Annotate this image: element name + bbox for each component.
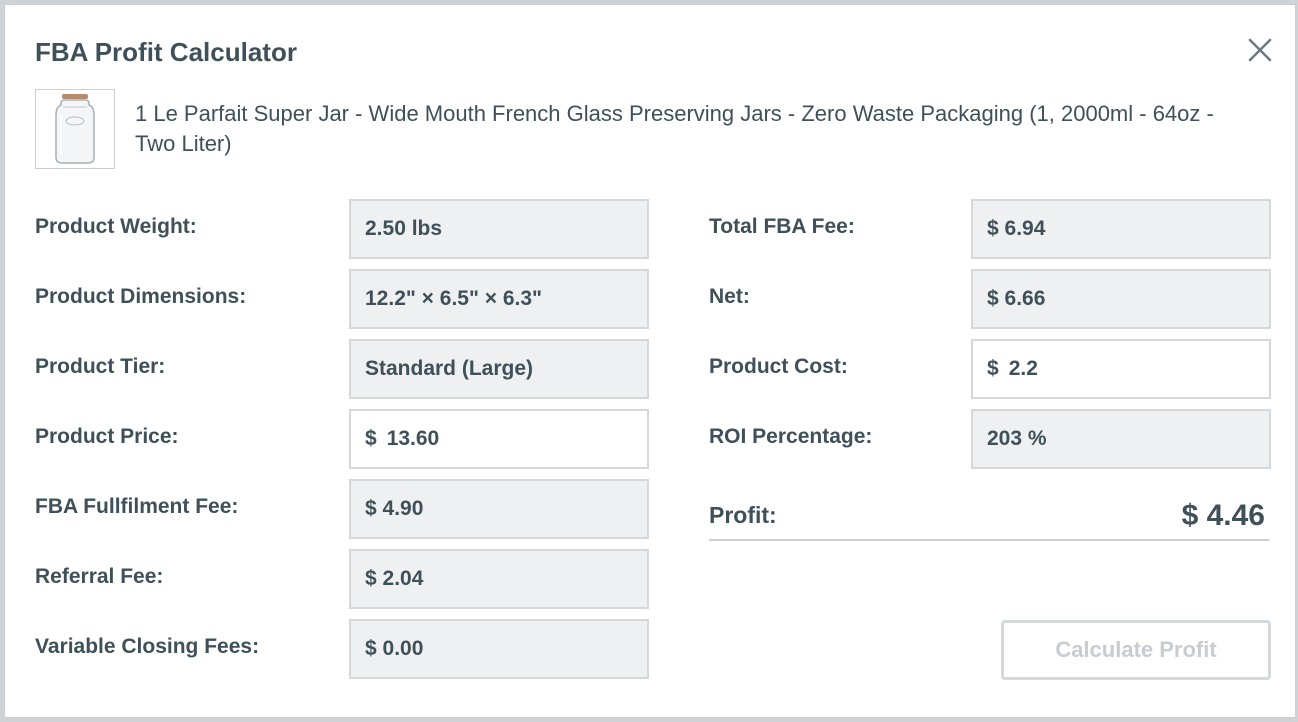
- net-value: $ 6.66: [971, 269, 1271, 329]
- roi-value: 203 %: [971, 409, 1271, 469]
- price-field[interactable]: $: [349, 409, 649, 469]
- dimensions-value: 12.2" × 6.5" × 6.3": [349, 269, 649, 329]
- profit-label: Profit:: [709, 502, 777, 528]
- net-label: Net:: [709, 285, 750, 308]
- product-cost-input[interactable]: [1008, 357, 1239, 381]
- closing-fees-value: $ 0.00: [349, 619, 649, 679]
- fba-fee-value: $ 4.90: [349, 479, 649, 539]
- tier-value: Standard (Large): [349, 339, 649, 399]
- product-thumbnail: [35, 89, 115, 169]
- close-icon[interactable]: [1245, 35, 1275, 65]
- fba-fee-label: FBA Fullfilment Fee:: [35, 495, 239, 518]
- product-cost-field[interactable]: $: [971, 339, 1271, 399]
- closing-fees-label: Variable Closing Fees:: [35, 635, 260, 658]
- product-cost-currency: $: [987, 357, 999, 380]
- product-cost-label: Product Cost:: [709, 355, 848, 378]
- total-fba-fee-label: Total FBA Fee:: [709, 215, 855, 238]
- dialog-title: FBA Profit Calculator: [35, 37, 297, 67]
- roi-label: ROI Percentage:: [709, 425, 873, 448]
- price-input[interactable]: [386, 427, 617, 451]
- weight-value: 2.50 lbs: [349, 199, 649, 259]
- dimensions-label: Product Dimensions:: [35, 285, 247, 308]
- calculate-profit-button[interactable]: Calculate Profit: [1001, 620, 1271, 680]
- glass-jar-icon: [55, 94, 95, 164]
- profit-value: $ 4.46: [1181, 499, 1265, 532]
- tier-label: Product Tier:: [35, 355, 166, 378]
- referral-fee-label: Referral Fee:: [35, 565, 164, 588]
- weight-label: Product Weight:: [35, 215, 197, 238]
- total-fba-fee-value: $ 6.94: [971, 199, 1271, 259]
- profit-divider: [709, 539, 1269, 541]
- price-currency: $: [365, 427, 377, 450]
- referral-fee-value: $ 2.04: [349, 549, 649, 609]
- product-title: 1 Le Parfait Super Jar - Wide Mouth Fren…: [135, 101, 1214, 156]
- fba-calculator-dialog: FBA Profit Calculator 1 Le Parfait Super…: [4, 4, 1296, 718]
- price-label: Product Price:: [35, 425, 179, 448]
